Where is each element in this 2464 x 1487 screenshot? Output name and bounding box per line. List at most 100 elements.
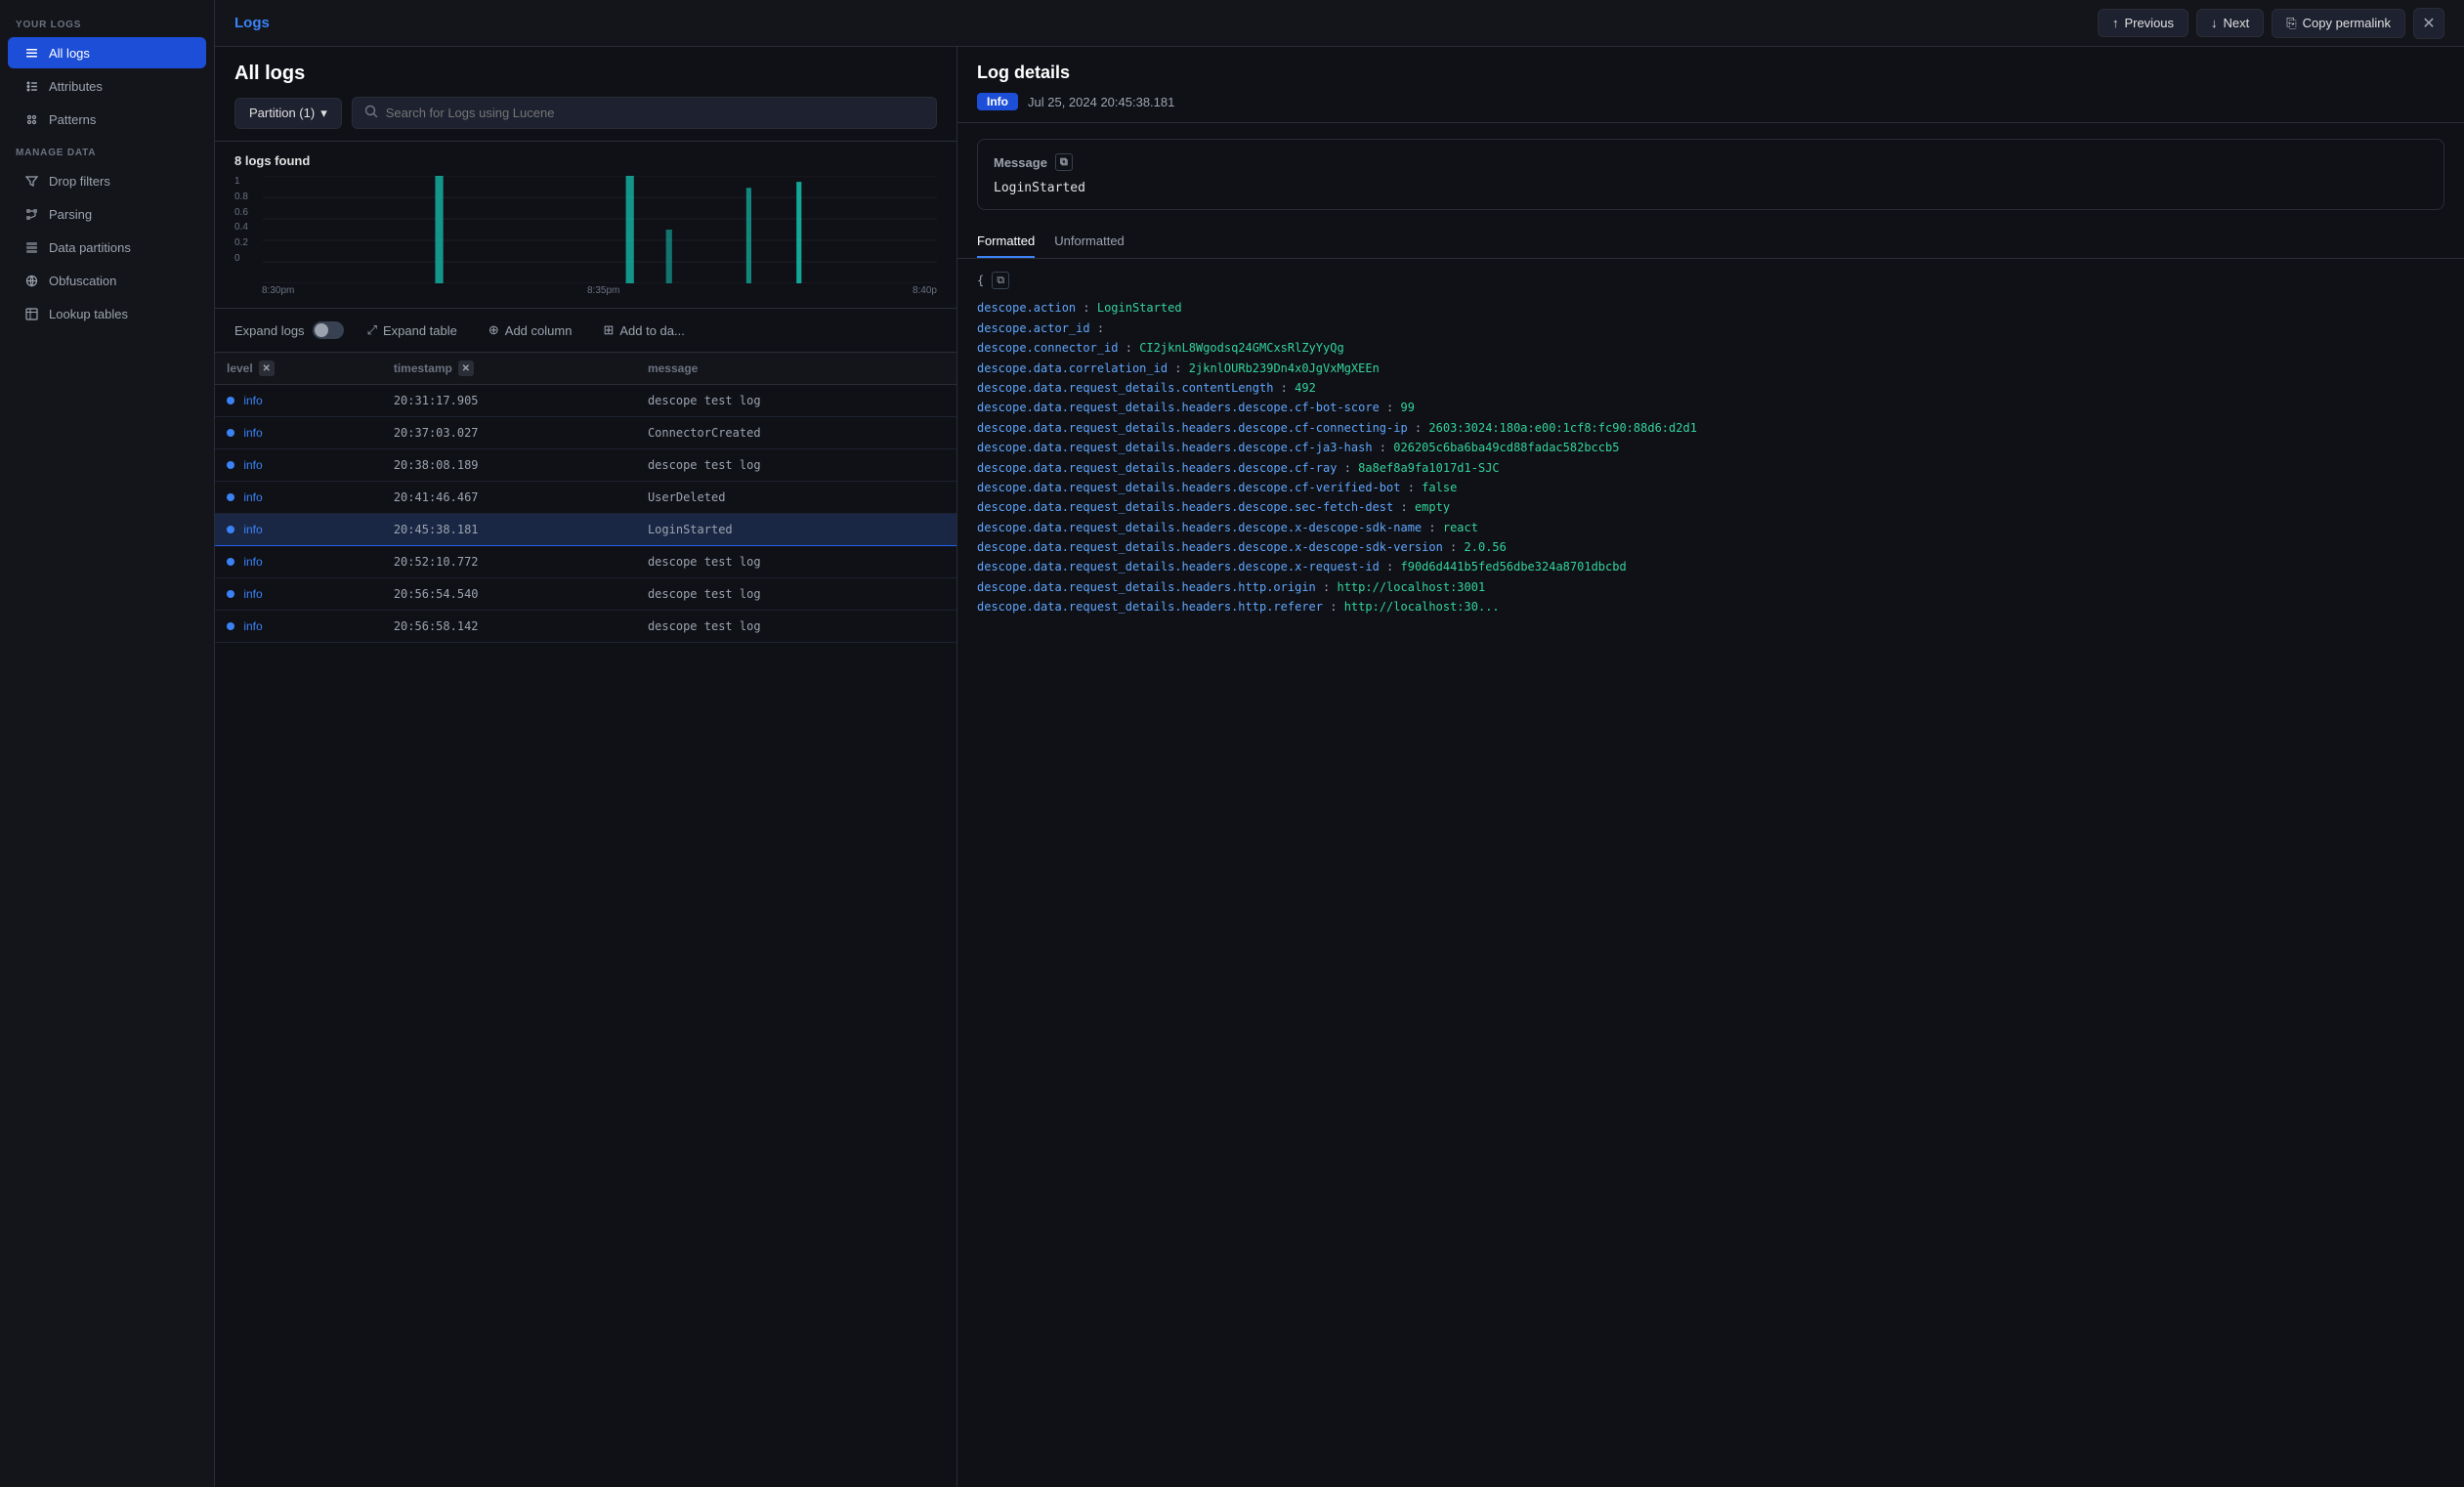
sidebar-item-data-partitions[interactable]: Data partitions: [8, 232, 206, 263]
json-line: descope.data.request_details.headers.des…: [977, 418, 2444, 438]
sidebar: YOUR LOGS All logs Attributes: [0, 0, 215, 1487]
message-cell: descope test log: [636, 578, 956, 611]
next-label: Next: [2224, 16, 2250, 30]
sidebar-item-attributes[interactable]: Attributes: [8, 70, 206, 102]
sidebar-patterns-label: Patterns: [49, 112, 96, 127]
expand-table-icon: ⤢: [367, 322, 377, 338]
table-row[interactable]: info 20:52:10.772 descope test log: [215, 546, 956, 578]
tab-unformatted[interactable]: Unformatted: [1054, 226, 1125, 258]
manage-data-section-label: MANAGE DATA: [0, 136, 214, 164]
sidebar-attributes-label: Attributes: [49, 79, 103, 94]
log-table: level ✕ timestamp ✕: [215, 353, 956, 643]
expand-logs-toggle[interactable]: [313, 321, 344, 339]
close-button[interactable]: ✕: [2413, 8, 2444, 39]
table-row[interactable]: info 20:41:46.467 UserDeleted: [215, 482, 956, 514]
json-line: descope.data.request_details.headers.des…: [977, 518, 2444, 537]
json-key: descope.data.request_details.headers.des…: [977, 461, 1337, 475]
timestamp-cell: 20:52:10.772: [382, 546, 636, 578]
level-cell: info: [215, 578, 382, 611]
level-dot: [227, 558, 234, 566]
json-key: descope.actor_id: [977, 321, 1090, 335]
sidebar-item-drop-filters[interactable]: Drop filters: [8, 165, 206, 196]
table-row[interactable]: info 20:56:58.142 descope test log: [215, 611, 956, 643]
timestamp-value: 20:31:17.905: [394, 394, 479, 407]
level-text: info: [243, 555, 262, 569]
message-value: LoginStarted: [994, 181, 2428, 195]
logs-panel: All logs Partition (1) ▾: [215, 47, 957, 1487]
level-dot: [227, 622, 234, 630]
timestamp-col-close[interactable]: ✕: [458, 361, 474, 376]
details-header: Log details Info Jul 25, 2024 20:45:38.1…: [957, 47, 2464, 123]
json-line: descope.data.request_details.headers.des…: [977, 438, 2444, 457]
json-key: descope.data.request_details.headers.des…: [977, 481, 1400, 494]
add-column-button[interactable]: ⊕ Add column: [481, 319, 580, 342]
level-cell: info: [215, 417, 382, 449]
copy-permalink-button[interactable]: ⎘ Copy permalink: [2272, 9, 2405, 38]
message-value: LoginStarted: [648, 523, 733, 536]
level-text: info: [243, 619, 262, 633]
sidebar-all-logs-label: All logs: [49, 46, 90, 61]
level-dot: [227, 429, 234, 437]
json-line: descope.data.request_details.contentLeng…: [977, 378, 2444, 398]
details-panel: Log details Info Jul 25, 2024 20:45:38.1…: [957, 47, 2464, 1487]
obfuscation-icon: [23, 273, 39, 288]
table-row[interactable]: info 20:37:03.027 ConnectorCreated: [215, 417, 956, 449]
level-cell: info: [215, 385, 382, 417]
tab-formatted[interactable]: Formatted: [977, 226, 1035, 258]
next-button[interactable]: ↓ Next: [2196, 9, 2264, 37]
attributes-icon: [23, 78, 39, 94]
prev-icon: ↑: [2112, 16, 2119, 30]
plus-icon: ⊕: [489, 322, 499, 338]
level-col-close[interactable]: ✕: [259, 361, 275, 376]
copy-json-icon[interactable]: ⧉: [992, 272, 1009, 289]
table-row[interactable]: info 20:31:17.905 descope test log: [215, 385, 956, 417]
json-key: descope.data.request_details.headers.des…: [977, 421, 1408, 435]
level-text: info: [243, 458, 262, 472]
json-key: descope.data.request_details.headers.des…: [977, 521, 1422, 534]
log-table-body: info 20:31:17.905 descope test log info …: [215, 385, 956, 643]
level-text: info: [243, 394, 262, 407]
table-row[interactable]: info 20:56:54.540 descope test log: [215, 578, 956, 611]
json-line: descope.data.request_details.headers.des…: [977, 478, 2444, 497]
sidebar-item-obfuscation[interactable]: Obfuscation: [8, 265, 206, 296]
list-icon: [23, 45, 39, 61]
table-row[interactable]: info 20:45:38.181 LoginStarted: [215, 514, 956, 546]
main-content: Logs ↑ Previous ↓ Next ⎘ Copy permalink …: [215, 0, 2464, 1487]
timestamp-column-header: timestamp ✕: [382, 353, 636, 385]
message-cell: descope test log: [636, 611, 956, 643]
expand-logs-control[interactable]: Expand logs: [234, 321, 344, 339]
timestamp-cell: 20:37:03.027: [382, 417, 636, 449]
copy-icon: ⎘: [2286, 16, 2296, 31]
level-cell: info: [215, 514, 382, 546]
expand-table-button[interactable]: ⤢ Expand table: [360, 319, 465, 342]
json-key: descope.data.request_details.headers.des…: [977, 401, 1380, 414]
add-to-da-button[interactable]: ⊞ Add to da...: [595, 319, 692, 342]
json-line: descope.data.request_details.headers.des…: [977, 537, 2444, 557]
message-cell: descope test log: [636, 449, 956, 482]
timestamp-value: 20:37:03.027: [394, 426, 479, 440]
level-dot: [227, 493, 234, 501]
details-tabs: Formatted Unformatted: [957, 226, 2464, 259]
copy-label: Copy permalink: [2303, 16, 2391, 30]
json-line: descope.data.request_details.headers.des…: [977, 458, 2444, 478]
sidebar-item-all-logs[interactable]: All logs: [8, 37, 206, 68]
message-label: Message: [994, 155, 1047, 170]
previous-button[interactable]: ↑ Previous: [2098, 9, 2188, 37]
sidebar-data-partitions-label: Data partitions: [49, 240, 131, 255]
partition-button[interactable]: Partition (1) ▾: [234, 98, 342, 129]
add-to-da-icon: ⊞: [603, 322, 614, 338]
sidebar-item-patterns[interactable]: Patterns: [8, 104, 206, 135]
search-input[interactable]: [386, 106, 924, 120]
content-area: All logs Partition (1) ▾: [215, 47, 2464, 1487]
logs-header: All logs Partition (1) ▾: [215, 47, 956, 142]
level-dot: [227, 461, 234, 469]
sidebar-item-parsing[interactable]: Parsing: [8, 198, 206, 230]
message-value: descope test log: [648, 619, 761, 633]
copy-message-icon[interactable]: ⧉: [1055, 153, 1073, 171]
drop-filters-icon: [23, 173, 39, 189]
sidebar-item-lookup-tables[interactable]: Lookup tables: [8, 298, 206, 329]
json-line: descope.data.request_details.headers.des…: [977, 557, 2444, 576]
table-row[interactable]: info 20:38:08.189 descope test log: [215, 449, 956, 482]
chevron-down-icon: ▾: [320, 106, 327, 121]
partition-label: Partition (1): [249, 106, 315, 120]
